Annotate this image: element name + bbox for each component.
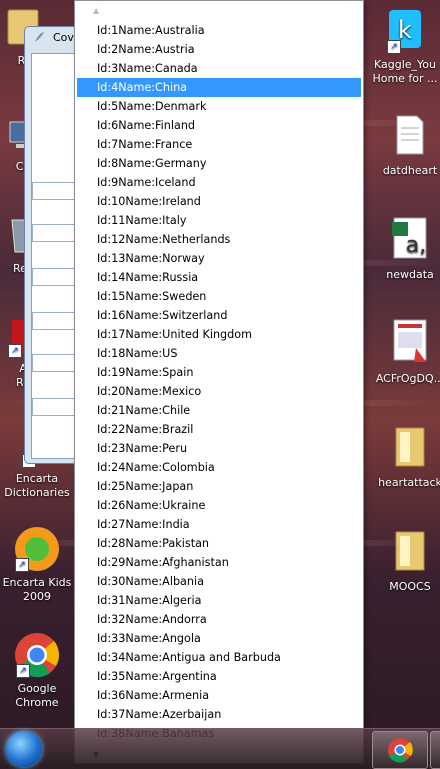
dropdown-item[interactable]: Id:3Name:Canada	[77, 59, 361, 78]
dropdown-item[interactable]: Id:31Name:Algeria	[77, 591, 361, 610]
dropdown-item[interactable]: Id:2Name:Austria	[77, 40, 361, 59]
desktop-icon-label: datdheart	[382, 164, 438, 177]
dropdown-item[interactable]: Id:4Name:China	[77, 78, 361, 97]
text-field[interactable]	[32, 182, 80, 200]
shortcut-arrow-icon: ↗	[16, 664, 30, 678]
scroll-up-button[interactable]: ▲	[75, 3, 363, 17]
desktop-icon-right-4[interactable]: heartattack	[375, 424, 440, 490]
dropdown-item[interactable]: Id:33Name:Angola	[77, 629, 361, 648]
dropdown-item[interactable]: Id:12Name:Netherlands	[77, 230, 361, 249]
windows-start-icon[interactable]	[6, 731, 42, 767]
shortcut-arrow-icon: ↗	[387, 40, 401, 54]
dropdown-item[interactable]: Id:24Name:Colombia	[77, 458, 361, 477]
dropdown-item[interactable]: Id:28Name:Pakistan	[77, 534, 361, 553]
shortcut-arrow-icon: ↗	[15, 558, 29, 572]
desktop-icon-left-5[interactable]: ↗ Encarta Kids 2009	[2, 526, 72, 604]
dropdown-item[interactable]: Id:37Name:Azerbaijan	[77, 705, 361, 724]
desktop-icon-label: Kaggle_You Home for ...	[372, 58, 438, 85]
dropdown-item[interactable]: Id:9Name:Iceland	[77, 173, 361, 192]
text-field[interactable]	[32, 354, 80, 372]
desktop-icon-label: Google Chrome	[15, 682, 59, 709]
excel-csv-icon: a,	[392, 217, 427, 259]
desktop-icon-left-6[interactable]: ↗ Google Chrome	[2, 632, 72, 710]
desktop-icon-right-0[interactable]: k ↗ Kaggle_You Home for ...	[370, 6, 440, 86]
folder-icon	[395, 427, 425, 467]
dropdown-item[interactable]: Id:23Name:Peru	[77, 439, 361, 458]
desktop-icon-label: Encarta Kids 2009	[2, 576, 72, 603]
text-field[interactable]	[32, 268, 80, 286]
desktop-icon-right-5[interactable]: MOOCS	[375, 528, 440, 594]
dropdown-item[interactable]: Id:25Name:Japan	[77, 477, 361, 496]
dropdown-item[interactable]: Id:10Name:Ireland	[77, 192, 361, 211]
dropdown-item[interactable]: Id:6Name:Finland	[77, 116, 361, 135]
text-field[interactable]	[32, 312, 80, 330]
dropdown-item[interactable]: Id:20Name:Mexico	[77, 382, 361, 401]
desktop-icon-label: ACFrOgDQ...	[375, 372, 440, 385]
dropdown-item[interactable]: Id:16Name:Switzerland	[77, 306, 361, 325]
dropdown-item[interactable]: Id:26Name:Ukraine	[77, 496, 361, 515]
dropdown-item[interactable]: Id:14Name:Russia	[77, 268, 361, 287]
dropdown-item[interactable]: Id:15Name:Sweden	[77, 287, 361, 306]
taskbar	[0, 728, 440, 769]
dropdown-item[interactable]: Id:7Name:France	[77, 135, 361, 154]
desktop-icon-label: newdata	[386, 268, 434, 281]
dropdown-item[interactable]: Id:19Name:Spain	[77, 363, 361, 382]
dropdown-item[interactable]: Id:21Name:Chile	[77, 401, 361, 420]
dropdown-item[interactable]: Id:11Name:Italy	[77, 211, 361, 230]
folder-icon	[395, 531, 425, 571]
desktop-icon-label: Encarta Dictionaries	[4, 472, 70, 499]
dropdown-item[interactable]: Id:35Name:Argentina	[77, 667, 361, 686]
pdf-icon	[393, 319, 427, 362]
dropdown-item[interactable]: Id:1Name:Australia	[77, 21, 361, 40]
triangle-up-icon: ▲	[93, 5, 100, 15]
dropdown-item[interactable]: Id:34Name:Antigua and Barbuda	[77, 648, 361, 667]
desktop-icon-right-3[interactable]: ACFrOgDQ...	[375, 318, 440, 386]
desktop-icon-label: MOOCS	[389, 580, 431, 593]
text-file-icon	[396, 115, 424, 155]
dropdown-item[interactable]: Id:17Name:United Kingdom	[77, 325, 361, 344]
taskbar-button[interactable]	[430, 731, 440, 769]
dropdown-item[interactable]: Id:13Name:Norway	[77, 249, 361, 268]
dropdown-item[interactable]: Id:36Name:Armenia	[77, 686, 361, 705]
desktop-icon-label: heartattack	[378, 476, 440, 489]
chrome-icon	[388, 738, 413, 763]
taskbar-chrome-button[interactable]	[372, 731, 428, 769]
dropdown-items: Id:1Name:Australia Id:2Name:Austria Id:3Na…	[77, 21, 361, 743]
text-field[interactable]	[32, 224, 80, 242]
svg-text:a,: a,	[406, 233, 426, 258]
dropdown-item[interactable]: Id:27Name:India	[77, 515, 361, 534]
dropdown-item[interactable]: Id:29Name:Afghanistan	[77, 553, 361, 572]
desktop-icon-right-1[interactable]: datdheart	[375, 114, 440, 178]
shortcut-arrow-icon: ↗	[8, 344, 22, 358]
dropdown-item[interactable]: Id:8Name:Germany	[77, 154, 361, 173]
country-dropdown-list[interactable]: ▲ Id:1Name:Australia Id:2Name:Austria Id:3…	[74, 0, 364, 764]
feather-icon	[35, 32, 44, 42]
dropdown-item[interactable]: Id:18Name:US	[77, 344, 361, 363]
dropdown-item[interactable]: Id:30Name:Albania	[77, 572, 361, 591]
dropdown-item[interactable]: Id:5Name:Denmark	[77, 97, 361, 116]
text-field[interactable]	[32, 398, 80, 416]
desktop-icon-right-2[interactable]: a, newdata	[375, 216, 440, 282]
dropdown-item[interactable]: Id:22Name:Brazil	[77, 420, 361, 439]
dropdown-item[interactable]: Id:32Name:Andorra	[77, 610, 361, 629]
